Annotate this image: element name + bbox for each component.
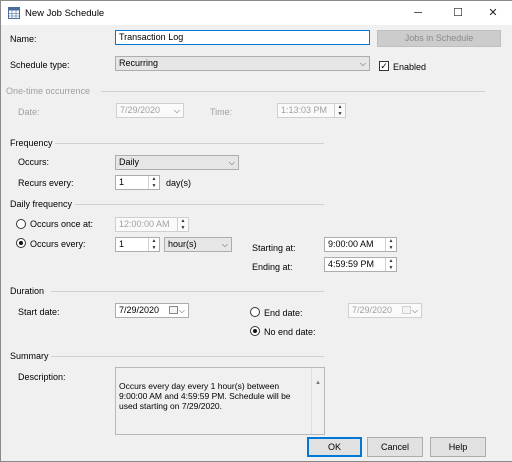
cancel-button[interactable]: Cancel xyxy=(367,437,423,457)
chevron-down-icon: ⌵ xyxy=(221,240,228,249)
every-spinner[interactable]: ▲ ▼ xyxy=(148,238,159,251)
description-text: Occurs every day every 1 hour(s) between… xyxy=(119,381,291,411)
end-date-radio[interactable] xyxy=(250,307,260,317)
every-unit-value: hour(s) xyxy=(168,239,197,249)
starting-at-input[interactable]: 9:00:00 AM ▲ ▼ xyxy=(324,237,397,252)
new-job-schedule-dialog: New Job Schedule ─ ☐ ✕ Name: Transaction… xyxy=(0,0,512,462)
schedule-type-value: Recurring xyxy=(119,58,159,68)
help-button[interactable]: Help xyxy=(430,437,486,457)
maximize-button[interactable]: ☐ xyxy=(439,1,477,25)
window-title: New Job Schedule xyxy=(25,8,105,19)
daily-frequency-heading: Daily frequency xyxy=(10,199,73,209)
chevron-down-icon: ⌵ xyxy=(411,306,418,315)
section-divider xyxy=(101,91,485,92)
date-label: Date: xyxy=(18,107,40,117)
recurs-unit-label: day(s) xyxy=(166,178,192,188)
one-time-date-value: 7/29/2020 xyxy=(120,105,161,115)
spin-down-icon: ▼ xyxy=(151,182,157,189)
ending-at-input[interactable]: 4:59:59 PM ▲ ▼ xyxy=(324,257,397,272)
spin-down-icon: ▼ xyxy=(388,244,394,251)
every-unit-select[interactable]: hour(s) ⌵ xyxy=(164,237,232,252)
section-divider xyxy=(51,356,324,357)
occurs-once-time-input[interactable]: 12:00:00 AM ▲ ▼ xyxy=(115,217,189,232)
name-input[interactable]: Transaction Log xyxy=(115,30,370,45)
recurs-every-input[interactable]: 1 ▲ ▼ xyxy=(115,175,160,190)
ending-at-value: 4:59:59 PM xyxy=(328,259,375,269)
end-date-value: 7/29/2020 xyxy=(352,305,393,315)
calendar-icon[interactable] xyxy=(402,306,411,314)
spin-down-icon: ▼ xyxy=(151,244,157,251)
calendar-grid-icon xyxy=(8,7,20,19)
one-time-time-input[interactable]: 1:13:03 PM ▲ ▼ xyxy=(277,103,346,118)
enabled-checkbox[interactable]: ✓ xyxy=(379,61,389,71)
section-divider xyxy=(75,204,324,205)
starting-at-label: Starting at: xyxy=(252,243,296,253)
ending-spinner[interactable]: ▲ ▼ xyxy=(385,258,396,271)
one-time-occurrence-heading: One-time occurrence xyxy=(6,86,91,96)
start-date-picker[interactable]: 7/29/2020 ⌵ xyxy=(115,303,189,318)
close-button[interactable]: ✕ xyxy=(474,1,512,25)
starting-spinner[interactable]: ▲ ▼ xyxy=(385,238,396,251)
chevron-down-icon: ⌵ xyxy=(178,306,185,315)
chevron-down-icon: ⌵ xyxy=(173,106,180,115)
name-label: Name: xyxy=(10,34,37,44)
summary-heading: Summary xyxy=(10,351,49,361)
occurs-once-label: Occurs once at: xyxy=(30,219,94,229)
title-bar: New Job Schedule ─ ☐ ✕ xyxy=(1,1,512,25)
occurs-value: Daily xyxy=(119,157,140,167)
once-spinner[interactable]: ▲ ▼ xyxy=(177,218,188,231)
time-label: Time: xyxy=(210,107,233,117)
start-date-value: 7/29/2020 xyxy=(119,305,160,315)
scroll-up-icon: ▲ xyxy=(315,380,321,386)
starting-at-value: 9:00:00 AM xyxy=(328,239,374,249)
schedule-type-label: Schedule type: xyxy=(10,60,70,70)
time-spinner[interactable]: ▲ ▼ xyxy=(334,104,345,117)
spin-down-icon: ▼ xyxy=(337,110,343,117)
description-label: Description: xyxy=(18,372,66,382)
section-divider xyxy=(55,143,324,144)
description-textbox[interactable]: Occurs every day every 1 hour(s) between… xyxy=(115,367,325,435)
no-end-date-label: No end date: xyxy=(264,327,316,337)
enabled-label: Enabled xyxy=(393,62,427,72)
occurs-every-label: Occurs every: xyxy=(30,239,86,249)
duration-heading: Duration xyxy=(10,286,45,296)
recurs-spinner[interactable]: ▲ ▼ xyxy=(148,176,159,189)
occurs-every-value: 1 xyxy=(119,239,125,249)
schedule-type-select[interactable]: Recurring ⌵ xyxy=(115,56,370,71)
recurs-every-value: 1 xyxy=(119,177,125,187)
jobs-in-schedule-button[interactable]: Jobs in Schedule xyxy=(377,30,501,47)
spin-down-icon: ▼ xyxy=(180,224,186,231)
end-date-picker[interactable]: 7/29/2020 ⌵ xyxy=(348,303,422,318)
section-divider xyxy=(51,291,324,292)
one-time-date-picker[interactable]: 7/29/2020 ⌵ xyxy=(116,103,184,118)
spin-down-icon: ▼ xyxy=(388,264,394,271)
occurs-label: Occurs: xyxy=(18,157,50,167)
minimize-button[interactable]: ─ xyxy=(399,1,437,25)
chevron-down-icon: ⌵ xyxy=(359,59,366,68)
chevron-down-icon: ⌵ xyxy=(228,158,235,167)
occurs-every-input[interactable]: 1 ▲ ▼ xyxy=(115,237,160,252)
end-date-label: End date: xyxy=(264,308,303,318)
occurs-every-radio[interactable] xyxy=(16,238,26,248)
occurs-select[interactable]: Daily ⌵ xyxy=(115,155,239,170)
occurs-once-radio[interactable] xyxy=(16,219,26,229)
occurs-once-time-value: 12:00:00 AM xyxy=(119,219,170,229)
calendar-icon[interactable] xyxy=(169,306,178,314)
recurs-every-label: Recurs every: xyxy=(18,178,74,188)
description-scrollbar[interactable]: ▲ xyxy=(311,368,324,434)
frequency-heading: Frequency xyxy=(10,138,53,148)
ok-button[interactable]: OK xyxy=(307,437,362,457)
no-end-date-radio[interactable] xyxy=(250,326,260,336)
start-date-label: Start date: xyxy=(18,307,60,317)
one-time-time-value: 1:13:03 PM xyxy=(281,105,328,115)
ending-at-label: Ending at: xyxy=(252,262,293,272)
